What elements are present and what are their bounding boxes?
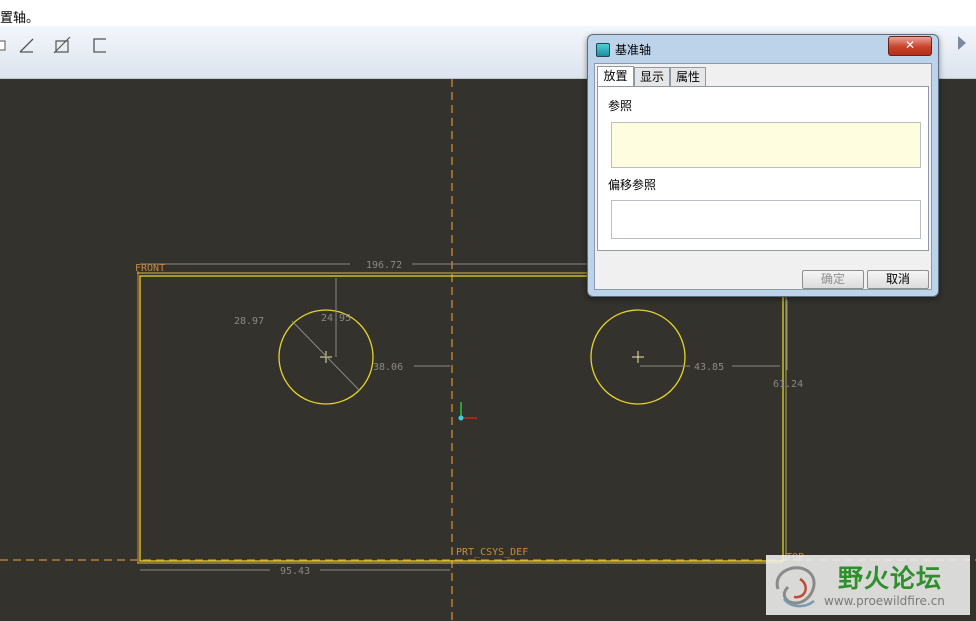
- forum-logo-icon: [775, 566, 816, 608]
- hole-1-center-icon: [320, 351, 332, 363]
- dim-width-label: 196.72: [366, 260, 402, 271]
- datum-front-label: FRONT: [135, 263, 165, 274]
- watermark-title: 野火论坛: [838, 564, 943, 593]
- offset-references-label: 偏移参照: [608, 178, 657, 192]
- checkbox-tool-icon[interactable]: [0, 35, 14, 55]
- message-bar: 置轴。: [0, 0, 976, 26]
- message-text: 置轴。: [0, 11, 40, 26]
- dim-left-width-label: 95.43: [280, 566, 310, 577]
- toolbar-expand-icon[interactable]: [958, 36, 966, 50]
- cancel-button[interactable]: 取消: [867, 270, 929, 289]
- watermark: 野火论坛 www.proewildfire.cn: [766, 555, 970, 615]
- watermark-url: www.proewildfire.cn: [824, 594, 945, 608]
- offset-references-collector[interactable]: [611, 200, 921, 239]
- dialog-client: 放置 显示 属性 参照 偏移参照 确定 取消: [594, 63, 932, 290]
- tab-placement[interactable]: 放置: [597, 66, 634, 87]
- dim-hole1-vertical-label: 24.95: [321, 313, 351, 324]
- ok-button[interactable]: 确定: [802, 270, 864, 289]
- tab-display[interactable]: 显示: [634, 67, 670, 86]
- dialog-titlebar[interactable]: 基准轴 ✕: [588, 35, 938, 61]
- dim-hole2-horizontal-label: 43.85: [694, 362, 724, 373]
- dialog-title: 基准轴: [615, 43, 652, 57]
- line-tool-icon[interactable]: [17, 35, 37, 55]
- dim-hole1-horizontal-label: 38.06: [373, 362, 403, 373]
- csys-origin-icon: [458, 415, 464, 421]
- references-collector[interactable]: [611, 122, 921, 168]
- placement-panel: 参照 偏移参照: [597, 86, 929, 251]
- csys-label: PRT_CSYS_DEF: [456, 547, 528, 558]
- dim-hole1-diameter-label: 28.97: [234, 316, 264, 327]
- datum-axis-dialog: 基准轴 ✕ 放置 显示 属性 参照 偏移参照 确定 取消: [587, 34, 939, 297]
- references-label: 参照: [608, 99, 633, 113]
- dimension-lines: [140, 263, 788, 571]
- axis-icon: [596, 43, 610, 57]
- close-button[interactable]: ✕: [888, 36, 932, 56]
- hole-2-center-icon: [632, 351, 644, 363]
- plane-tool-icon[interactable]: [52, 35, 72, 55]
- tab-properties[interactable]: 属性: [670, 67, 706, 86]
- dim-right-label: 61.24: [773, 379, 803, 390]
- bracket-tool-icon[interactable]: [90, 35, 110, 55]
